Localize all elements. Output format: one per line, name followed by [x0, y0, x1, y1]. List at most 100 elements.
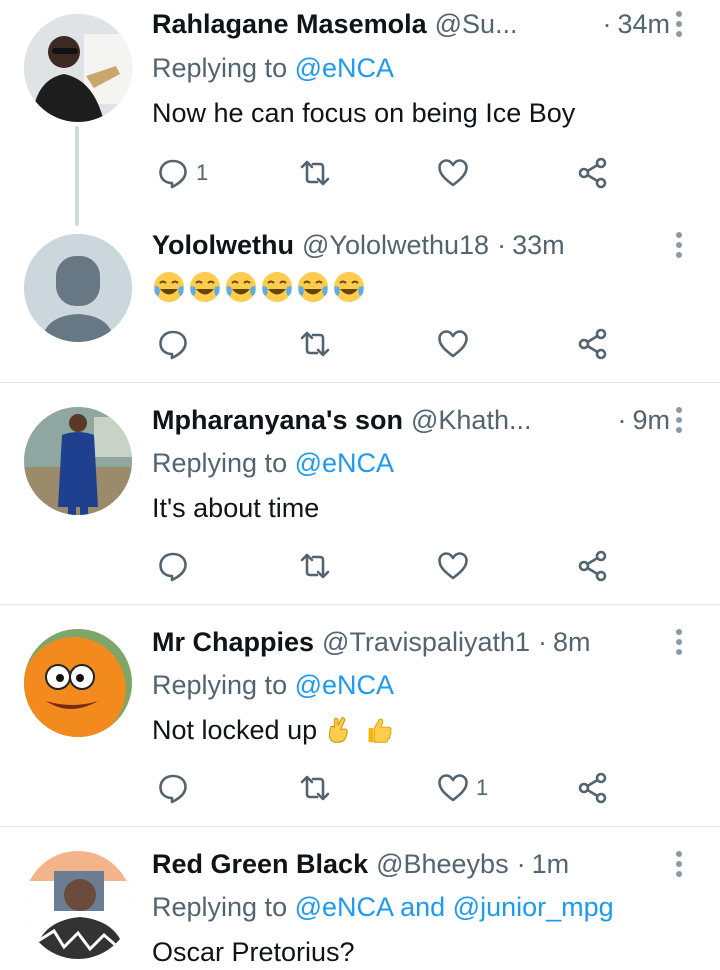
mention-link[interactable]: @eNCA	[295, 892, 393, 922]
retweet-icon	[300, 775, 330, 801]
mention-link[interactable]: @junior_mpg	[453, 892, 614, 922]
thumbs-up-icon	[368, 718, 392, 743]
share-button[interactable]	[576, 768, 610, 808]
tweet-text: It's about time	[152, 493, 320, 523]
reply-button[interactable]	[156, 546, 190, 586]
face-with-tears-of-joy-icon	[262, 272, 292, 302]
like-icon	[438, 774, 468, 802]
share-icon	[578, 772, 607, 804]
more-icon[interactable]	[664, 625, 694, 659]
user-handle[interactable]: @Travispaliyath1	[322, 625, 530, 659]
timestamp[interactable]: 1m	[532, 847, 570, 881]
replying-to: Replying to @eNCA	[152, 51, 394, 85]
retweet-icon	[300, 331, 330, 357]
share-button[interactable]	[576, 546, 610, 586]
mention-link[interactable]: @eNCA	[295, 670, 394, 700]
retweet-button[interactable]	[298, 768, 332, 808]
tweet-2[interactable]: Yololwethu @Yololwethu18 · 33m	[0, 226, 720, 382]
avatar[interactable]	[24, 14, 132, 122]
retweet-button[interactable]	[298, 546, 332, 586]
reply-button[interactable]	[156, 324, 190, 364]
user-handle[interactable]: @Bheeybs	[376, 847, 508, 881]
user-handle[interactable]: @Yololwethu18	[302, 228, 489, 262]
separator-dot: ·	[538, 627, 548, 657]
reply-icon	[159, 552, 187, 582]
replying-prefix: Replying to	[152, 670, 288, 700]
more-icon[interactable]	[664, 228, 694, 262]
mention-link[interactable]: @eNCA	[295, 448, 394, 478]
retweet-icon	[300, 160, 330, 186]
reply-icon	[159, 330, 187, 360]
tweet-1[interactable]: Rahlagane Masemola @Su... · 34m Replying…	[0, 0, 720, 226]
tweet-5[interactable]: Red Green Black @Bheeybs · 1m Replying t…	[0, 827, 720, 970]
avatar-photo	[24, 407, 132, 515]
like-button[interactable]	[436, 153, 470, 193]
more-icon[interactable]	[664, 847, 694, 881]
retweet-button[interactable]	[298, 324, 332, 364]
face-with-tears-of-joy-icon	[226, 272, 256, 302]
separator-dot: ·	[602, 9, 612, 39]
share-icon	[578, 550, 607, 582]
reply-button[interactable]: 1	[156, 153, 208, 193]
retweet-button[interactable]	[298, 153, 332, 193]
display-name[interactable]: Rahlagane Masemola	[152, 7, 427, 41]
replying-to: Replying to @eNCA and @junior_mpg	[152, 890, 614, 924]
share-button[interactable]	[576, 324, 610, 364]
replying-prefix: Replying to	[152, 53, 288, 83]
tweet-4[interactable]: Mr Chappies @Travispaliyath1 · 8m Replyi…	[0, 605, 720, 826]
separator-dot: ·	[497, 230, 507, 260]
replying-prefix: Replying to	[152, 448, 288, 478]
like-count: 1	[476, 775, 489, 800]
face-with-tears-of-joy-icon	[190, 272, 220, 302]
more-icon[interactable]	[664, 7, 694, 41]
retweet-icon	[300, 553, 330, 579]
like-icon	[438, 552, 468, 580]
tweet-text: Oscar Pretorius?	[152, 937, 355, 967]
user-handle[interactable]: @Su...	[435, 7, 518, 41]
face-with-tears-of-joy-icon	[334, 272, 364, 302]
avatar-photo	[24, 629, 132, 737]
display-name[interactable]: Yololwethu	[152, 228, 294, 262]
user-handle[interactable]: @Khath...	[411, 403, 531, 437]
timestamp[interactable]: 34m	[617, 7, 670, 41]
more-icon[interactable]	[664, 403, 694, 437]
replying-to: Replying to @eNCA	[152, 446, 394, 480]
avatar[interactable]	[24, 629, 132, 737]
face-with-tears-of-joy-icon	[298, 272, 328, 302]
replying-prefix: Replying to	[152, 892, 288, 922]
face-with-tears-of-joy-icon	[154, 272, 184, 302]
tweet-text-row: Not locked up	[152, 713, 395, 747]
mention-link[interactable]: @eNCA	[295, 53, 394, 83]
tweet-3[interactable]: Mpharanyana's son @Khath... · 9m Replyin…	[0, 383, 720, 604]
reply-icon	[159, 774, 187, 804]
reply-button[interactable]	[156, 768, 190, 808]
tweet-text: Now he can focus on being Ice Boy	[152, 98, 576, 128]
action-bar	[152, 546, 632, 586]
action-bar: 1	[152, 153, 632, 193]
display-name[interactable]: Red Green Black	[152, 847, 368, 881]
action-bar	[152, 324, 632, 364]
avatar[interactable]	[24, 234, 132, 342]
emoji-text	[152, 270, 366, 304]
like-icon	[438, 330, 468, 358]
display-name[interactable]: Mr Chappies	[152, 625, 314, 659]
share-button[interactable]	[576, 153, 610, 193]
avatar[interactable]	[24, 407, 132, 515]
avatar[interactable]	[24, 851, 132, 959]
timestamp[interactable]: 8m	[553, 625, 591, 659]
display-name[interactable]: Mpharanyana's son	[152, 403, 403, 437]
action-bar: 1	[152, 768, 632, 808]
reply-count: 1	[196, 160, 209, 185]
like-button[interactable]	[436, 324, 470, 364]
reply-icon	[159, 159, 187, 189]
replying-to: Replying to @eNCA	[152, 668, 394, 702]
like-button[interactable]	[436, 546, 470, 586]
share-icon	[578, 328, 607, 360]
avatar-photo	[24, 851, 132, 959]
avatar-photo	[24, 14, 132, 122]
like-button[interactable]: 1	[436, 768, 488, 808]
crossed-fingers-icon	[329, 717, 348, 743]
default-avatar-icon	[24, 234, 132, 342]
separator-dot: ·	[516, 849, 526, 879]
timestamp[interactable]: 33m	[512, 228, 565, 262]
